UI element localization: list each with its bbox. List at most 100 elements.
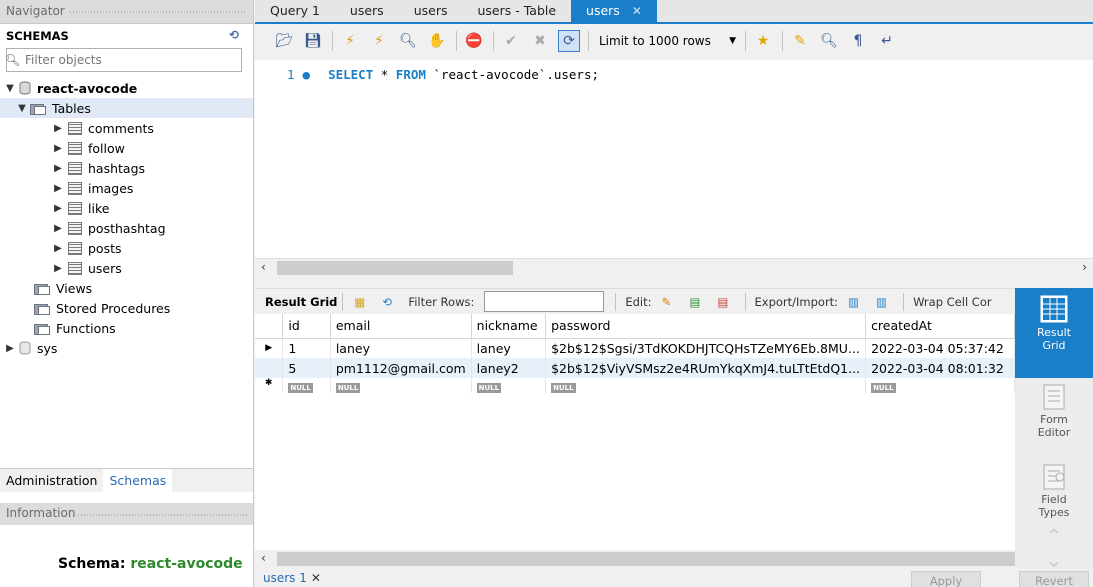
tree-item-table-hashtags[interactable]: ▶ hashtags bbox=[0, 158, 253, 178]
tab-users-table[interactable]: users - Table bbox=[462, 0, 571, 22]
collapsed-arrow-icon[interactable]: ▶ bbox=[52, 143, 64, 154]
beautify-icon[interactable]: ✎ bbox=[789, 30, 811, 52]
refresh-icon[interactable]: ⟲ bbox=[229, 28, 239, 42]
cell-password[interactable]: $2b$12$Sgsi/3TdKOKDHJTCQHsTZeMY6Eb.8MU..… bbox=[545, 338, 867, 358]
column-header-createdAt[interactable]: createdAt bbox=[865, 314, 1015, 339]
grid-horizontal-scrollbar[interactable]: ‹ bbox=[255, 550, 1015, 568]
cell-nickname[interactable]: laney bbox=[471, 338, 547, 358]
tree-item-table-follow[interactable]: ▶ follow bbox=[0, 138, 253, 158]
scrollbar-thumb[interactable] bbox=[277, 552, 1015, 566]
collapsed-arrow-icon[interactable]: ▶ bbox=[4, 343, 16, 354]
execute-icon[interactable]: ⚡ bbox=[339, 30, 361, 52]
cell-createdAt[interactable]: 2022-03-04 05:37:42 bbox=[865, 338, 1015, 358]
cell-createdAt[interactable]: NULL bbox=[865, 378, 1015, 393]
scrollbar-thumb[interactable] bbox=[277, 261, 513, 275]
cell-id[interactable]: NULL bbox=[282, 378, 331, 393]
tree-item-table-posthashtag[interactable]: ▶ posthashtag bbox=[0, 218, 253, 238]
refresh-icon[interactable]: ⟲ bbox=[382, 295, 398, 309]
delete-row-icon[interactable]: ▤ bbox=[718, 295, 734, 309]
find-icon[interactable]: 🔍︎ bbox=[818, 30, 840, 52]
tree-item-views[interactable]: Views bbox=[0, 278, 253, 298]
tree-item-react-avocode[interactable]: ▼ react-avocode bbox=[0, 78, 253, 98]
autocommit-icon[interactable]: ⟳ bbox=[558, 30, 580, 52]
tree-item-table-images[interactable]: ▶ images bbox=[0, 178, 253, 198]
cell-id[interactable]: 5 bbox=[282, 358, 331, 378]
editor-horizontal-scrollbar[interactable]: ‹ › bbox=[255, 258, 1093, 276]
expand-arrow-icon[interactable]: ▼ bbox=[16, 103, 28, 114]
tree-item-table-users[interactable]: ▶ users bbox=[0, 258, 253, 278]
import-icon[interactable]: ▥ bbox=[876, 295, 892, 309]
grid-icon[interactable]: ▦ bbox=[354, 295, 370, 309]
sql-editor[interactable]: 1 ● SELECT * FROM `react-avocode`.users; bbox=[255, 60, 1093, 258]
tab-users[interactable]: users bbox=[399, 0, 463, 22]
cell-email[interactable]: laney bbox=[330, 338, 472, 358]
tab-administration[interactable]: Administration bbox=[0, 469, 103, 492]
tree-item-stored-procedures[interactable]: Stored Procedures bbox=[0, 298, 253, 318]
result-grid-label[interactable]: Result Grid bbox=[265, 295, 337, 309]
collapsed-arrow-icon[interactable]: ▶ bbox=[52, 223, 64, 234]
tree-item-tables[interactable]: ▼ Tables bbox=[0, 98, 253, 118]
commit-icon[interactable]: ✔ bbox=[500, 30, 522, 52]
sql-line[interactable]: 1 ● SELECT * FROM `react-avocode`.users; bbox=[287, 67, 599, 82]
wrap-lines-icon[interactable]: ↵ bbox=[876, 30, 898, 52]
tab-users[interactable]: users bbox=[335, 0, 399, 22]
tree-item-table-posts[interactable]: ▶ posts bbox=[0, 238, 253, 258]
collapsed-arrow-icon[interactable]: ▶ bbox=[52, 123, 64, 134]
invisible-chars-icon[interactable]: ¶ bbox=[847, 30, 869, 52]
tree-item-functions[interactable]: Functions bbox=[0, 318, 253, 338]
tab-schemas[interactable]: Schemas bbox=[103, 469, 173, 492]
close-tab-icon[interactable]: ✕ bbox=[632, 4, 642, 18]
execute-current-icon[interactable]: ⚡ bbox=[368, 30, 390, 52]
add-row-icon[interactable]: ▤ bbox=[690, 295, 706, 309]
collapsed-arrow-icon[interactable]: ▶ bbox=[52, 203, 64, 214]
scroll-left-icon[interactable]: ‹ bbox=[261, 551, 266, 565]
explain-icon[interactable]: 🔍︎ bbox=[397, 30, 419, 52]
rollback-icon[interactable]: ✖ bbox=[529, 30, 551, 52]
tab-users-active[interactable]: users ✕ bbox=[571, 0, 657, 22]
cell-id[interactable]: 1 bbox=[282, 338, 331, 358]
table-row[interactable]: 5 pm1112@gmail.com laney2 $2b$12$ViyVSMs… bbox=[255, 358, 1015, 378]
stop-icon[interactable]: ✋ bbox=[426, 30, 448, 52]
close-tab-icon[interactable]: ✕ bbox=[311, 571, 321, 585]
cell-email[interactable]: pm1112@gmail.com bbox=[330, 358, 472, 378]
result-tab-users-1[interactable]: users 1 ✕ bbox=[263, 571, 321, 585]
tree-item-sys[interactable]: ▶ sys bbox=[0, 338, 253, 358]
cell-nickname[interactable]: laney2 bbox=[471, 358, 547, 378]
cell-nickname[interactable]: NULL bbox=[471, 378, 547, 393]
cell-createdAt[interactable]: 2022-03-04 08:01:32 bbox=[865, 358, 1015, 378]
wrap-cell-content-label[interactable]: Wrap Cell Cor bbox=[913, 295, 992, 309]
form-editor-view-button[interactable]: Form Editor bbox=[1015, 383, 1093, 439]
field-types-view-button[interactable]: Field Types bbox=[1015, 463, 1093, 519]
tree-item-table-comments[interactable]: ▶ comments bbox=[0, 118, 253, 138]
open-file-icon[interactable]: 📂︎ bbox=[273, 30, 295, 52]
collapsed-arrow-icon[interactable]: ▶ bbox=[52, 263, 64, 274]
collapsed-arrow-icon[interactable]: ▶ bbox=[52, 183, 64, 194]
expand-arrow-icon[interactable]: ▼ bbox=[4, 83, 16, 94]
cell-password[interactable]: $2b$12$ViyVSMsz2e4RUmYkqXmJ4.tuLTtEtdQ1.… bbox=[545, 358, 867, 378]
save-icon[interactable]: 💾︎ bbox=[302, 30, 324, 52]
tree-item-table-like[interactable]: ▶ like bbox=[0, 198, 253, 218]
result-grid-view-button[interactable]: Result Grid bbox=[1015, 288, 1093, 378]
new-row[interactable]: ✱ NULL NULL NULL NULL NULL bbox=[255, 378, 1015, 393]
column-header-nickname[interactable]: nickname bbox=[471, 314, 547, 339]
cell-email[interactable]: NULL bbox=[330, 378, 472, 393]
apply-button[interactable]: Apply bbox=[911, 571, 981, 587]
tab-query-1[interactable]: Query 1 bbox=[255, 0, 335, 22]
column-header-email[interactable]: email bbox=[330, 314, 472, 339]
filter-objects-field[interactable]: 🔍︎ bbox=[5, 48, 242, 72]
export-icon[interactable]: ▥ bbox=[848, 295, 864, 309]
table-row[interactable]: ▶ 1 laney laney $2b$12$Sgsi/3TdKOKDHJTCQ… bbox=[255, 338, 1015, 358]
scroll-right-icon[interactable]: › bbox=[1082, 260, 1087, 274]
scroll-left-icon[interactable]: ‹ bbox=[261, 260, 266, 274]
column-header-password[interactable]: password bbox=[545, 314, 867, 339]
filter-objects-input[interactable] bbox=[25, 53, 225, 67]
revert-button[interactable]: Revert bbox=[1019, 571, 1089, 587]
column-header-id[interactable]: id bbox=[282, 314, 331, 339]
edit-row-icon[interactable]: ✎ bbox=[662, 295, 678, 309]
collapsed-arrow-icon[interactable]: ▶ bbox=[52, 243, 64, 254]
collapsed-arrow-icon[interactable]: ▶ bbox=[52, 163, 64, 174]
toggle-error-icon[interactable]: ⛔ bbox=[463, 30, 485, 52]
cell-password[interactable]: NULL bbox=[545, 378, 867, 393]
filter-rows-input[interactable] bbox=[484, 291, 605, 312]
scroll-panel-icon[interactable]: ⌃ ⌄ bbox=[1015, 524, 1093, 572]
